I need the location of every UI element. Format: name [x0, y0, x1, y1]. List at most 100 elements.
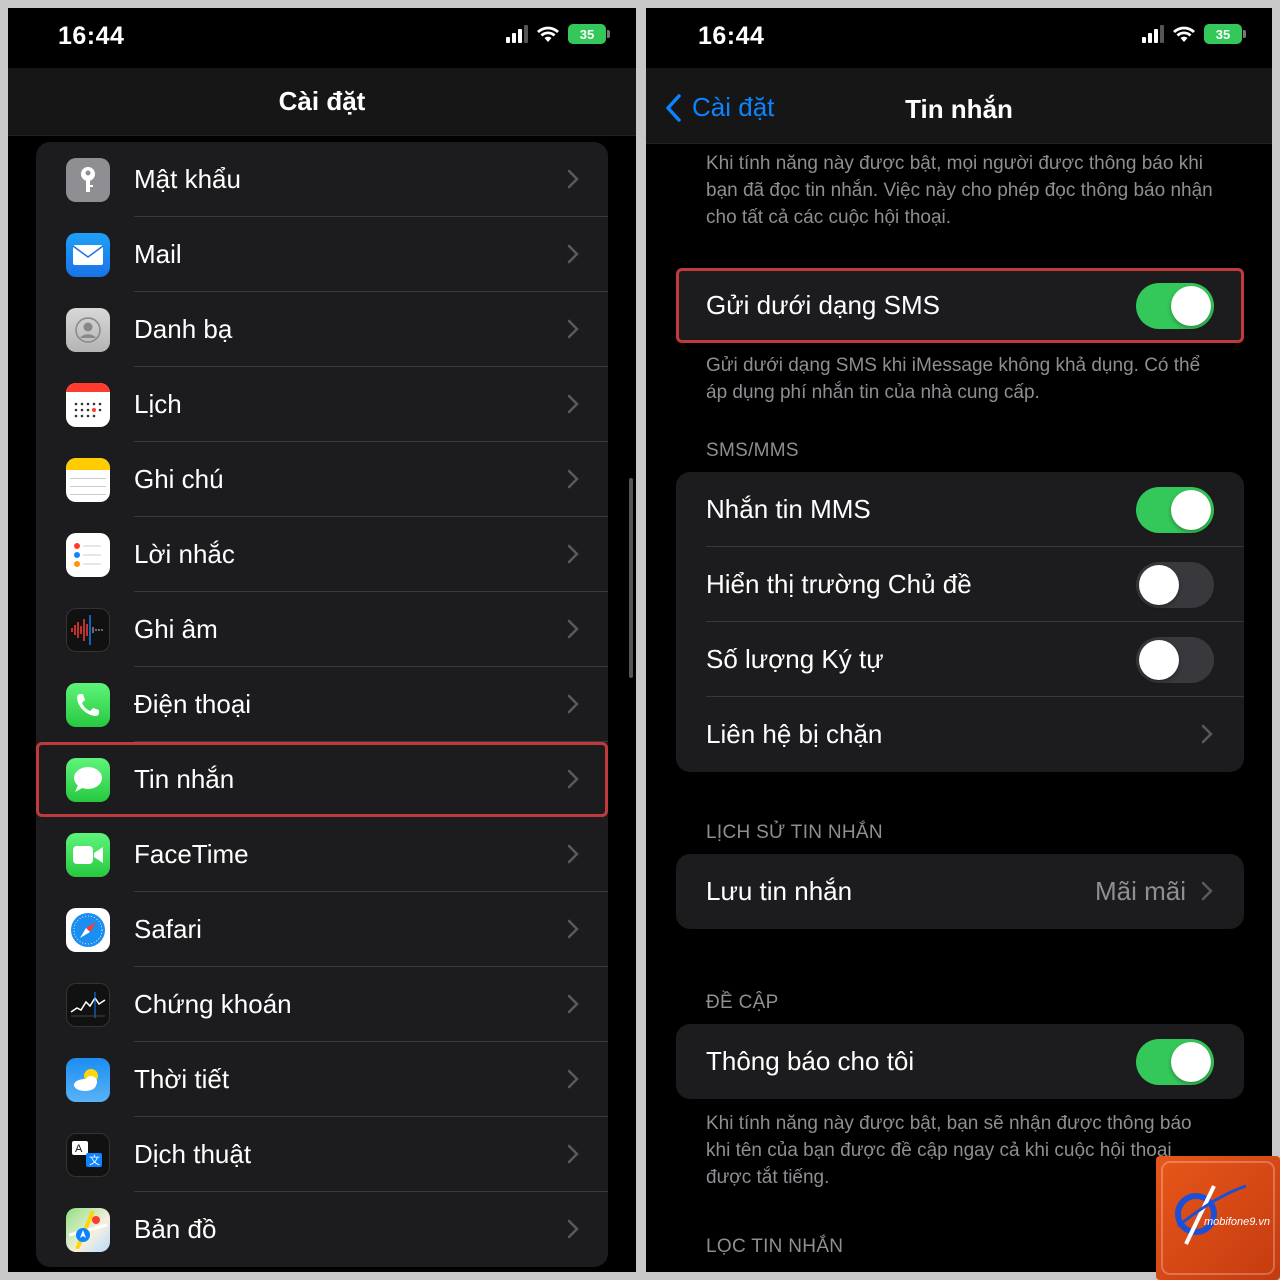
settings-item-label: Bản đồ — [134, 1214, 217, 1244]
mentions-group: Thông báo cho tôi — [676, 1024, 1244, 1099]
settings-screen: 16:44 35 Cài đặt Mật khẩu Mail Danh bạ L… — [8, 8, 636, 1272]
status-bar: 16:44 35 — [646, 8, 1272, 68]
settings-item-notes[interactable]: Ghi chú — [36, 442, 608, 517]
notify-me-row: Thông báo cho tôi — [676, 1024, 1244, 1099]
settings-item-reminders[interactable]: Lời nhắc — [36, 517, 608, 592]
settings-item-phone[interactable]: Điện thoại — [36, 667, 608, 742]
settings-item-label: Tin nhắn — [134, 764, 235, 794]
page-title: Cài đặt — [278, 86, 366, 116]
nav-bar: Cài đặt Tin nhắn — [646, 68, 1272, 144]
translate-icon: A文 — [66, 1132, 110, 1177]
blocked-contacts-row[interactable]: Liên hệ bị chặn — [676, 697, 1244, 772]
message-history-group: Lưu tin nhắn Mãi mãi — [676, 854, 1244, 929]
battery-icon: 35 — [568, 24, 610, 44]
blocked-contacts-label: Liên hệ bị chặn — [706, 719, 883, 749]
chevron-right-icon — [1201, 724, 1213, 744]
settings-item-contacts[interactable]: Danh bạ — [36, 292, 608, 367]
voice-memos-icon — [66, 607, 110, 652]
settings-item-translate[interactable]: A文 Dịch thuật — [36, 1117, 608, 1192]
scroll-indicator[interactable] — [629, 478, 633, 678]
messages-settings-screen: 16:44 35 Cài đặt Tin nhắn Khi tính năng … — [646, 8, 1272, 1272]
settings-item-mail[interactable]: Mail — [36, 217, 608, 292]
settings-item-calendar[interactable]: Lịch — [36, 367, 608, 442]
settings-item-voice-memos[interactable]: Ghi âm — [36, 592, 608, 667]
chevron-right-icon — [567, 244, 579, 264]
notify-me-label: Thông báo cho tôi — [706, 1046, 915, 1076]
chevron-right-icon — [567, 319, 579, 339]
show-subject-label: Hiển thị trường Chủ đề — [706, 569, 972, 599]
mms-messaging-row: Nhắn tin MMS — [676, 472, 1244, 547]
send-as-sms-label: Gửi dưới dạng SMS — [706, 290, 940, 320]
sms-mms-group: Nhắn tin MMS Hiển thị trường Chủ đề Số l… — [676, 472, 1244, 772]
settings-item-label: Thời tiết — [134, 1064, 230, 1094]
message-filtering-header: LỌC TIN NHẮN — [706, 1236, 844, 1257]
chevron-right-icon — [567, 1144, 579, 1164]
chevron-right-icon — [567, 1219, 579, 1239]
chevron-right-icon — [567, 994, 579, 1014]
settings-item-label: Ghi âm — [134, 614, 218, 644]
calendar-icon — [66, 382, 110, 427]
battery-level: 35 — [1215, 26, 1231, 42]
settings-item-label: Dịch thuật — [134, 1139, 252, 1169]
settings-item-label: FaceTime — [134, 839, 249, 869]
settings-item-weather[interactable]: Thời tiết — [36, 1042, 608, 1117]
page-title: Tin nhắn — [905, 94, 1013, 124]
settings-item-label: Safari — [134, 914, 202, 944]
settings-item-label: Mail — [134, 239, 182, 269]
battery-level: 35 — [579, 26, 595, 42]
chevron-right-icon — [567, 769, 579, 789]
send-as-sms-row: Gửi dưới dạng SMS — [676, 268, 1244, 343]
safari-icon — [66, 907, 110, 952]
character-count-row: Số lượng Ký tự — [676, 622, 1244, 697]
mms-messaging-toggle[interactable] — [1136, 486, 1214, 533]
read-receipts-note: Khi tính năng này được bật, mọi người đư… — [706, 153, 1213, 228]
character-count-label: Số lượng Ký tự — [706, 644, 884, 674]
character-count-toggle[interactable] — [1136, 636, 1214, 683]
message-history-header: LỊCH SỬ TIN NHẮN — [706, 822, 883, 843]
show-subject-row: Hiển thị trường Chủ đề — [676, 547, 1244, 622]
cellular-signal-icon — [1142, 25, 1164, 43]
keep-messages-row[interactable]: Lưu tin nhắn Mãi mãi — [676, 854, 1244, 929]
settings-item-passwords[interactable]: Mật khẩu — [36, 142, 608, 217]
send-as-sms-group: Gửi dưới dạng SMS — [676, 268, 1244, 343]
notes-icon — [66, 457, 110, 502]
chevron-right-icon — [567, 394, 579, 414]
weather-icon — [66, 1057, 110, 1102]
send-as-sms-toggle[interactable] — [1136, 282, 1214, 329]
chevron-right-icon — [567, 169, 579, 189]
chevron-right-icon — [567, 619, 579, 639]
status-bar: 16:44 35 — [8, 8, 636, 68]
svg-text:A: A — [75, 1143, 83, 1155]
nav-bar: Cài đặt — [8, 68, 636, 136]
svg-text:文: 文 — [89, 1153, 100, 1167]
mail-icon — [66, 232, 110, 277]
status-time: 16:44 — [698, 22, 765, 50]
settings-item-label: Điện thoại — [134, 689, 252, 719]
watermark-text: mobifone9.vn — [1204, 1216, 1271, 1228]
chevron-right-icon — [1201, 881, 1213, 901]
phone-icon — [66, 682, 110, 727]
sms-mms-header: SMS/MMS — [706, 440, 799, 461]
wifi-icon — [537, 26, 559, 42]
notify-me-note: Khi tính năng này được bật, bạn sẽ nhận … — [706, 1113, 1192, 1188]
settings-item-maps[interactable]: Bản đồ — [36, 1192, 608, 1267]
settings-item-stocks[interactable]: Chứng khoán — [36, 967, 608, 1042]
settings-item-safari[interactable]: Safari — [36, 892, 608, 967]
cellular-signal-icon — [506, 25, 528, 43]
chevron-right-icon — [567, 844, 579, 864]
stocks-icon — [66, 982, 110, 1027]
reminders-icon — [66, 532, 110, 577]
settings-item-label: Lịch — [134, 389, 182, 419]
maps-icon — [66, 1207, 110, 1252]
mms-messaging-label: Nhắn tin MMS — [706, 494, 871, 524]
wifi-icon — [1173, 26, 1195, 42]
settings-item-label: Mật khẩu — [134, 164, 241, 194]
show-subject-toggle[interactable] — [1136, 561, 1214, 608]
notify-me-toggle[interactable] — [1136, 1038, 1214, 1085]
settings-item-messages[interactable]: Tin nhắn — [36, 742, 608, 817]
settings-item-label: Chứng khoán — [134, 989, 292, 1019]
settings-item-facetime[interactable]: FaceTime — [36, 817, 608, 892]
keep-messages-value: Mãi mãi — [1094, 876, 1186, 906]
battery-icon: 35 — [1204, 24, 1246, 44]
chevron-right-icon — [567, 694, 579, 714]
